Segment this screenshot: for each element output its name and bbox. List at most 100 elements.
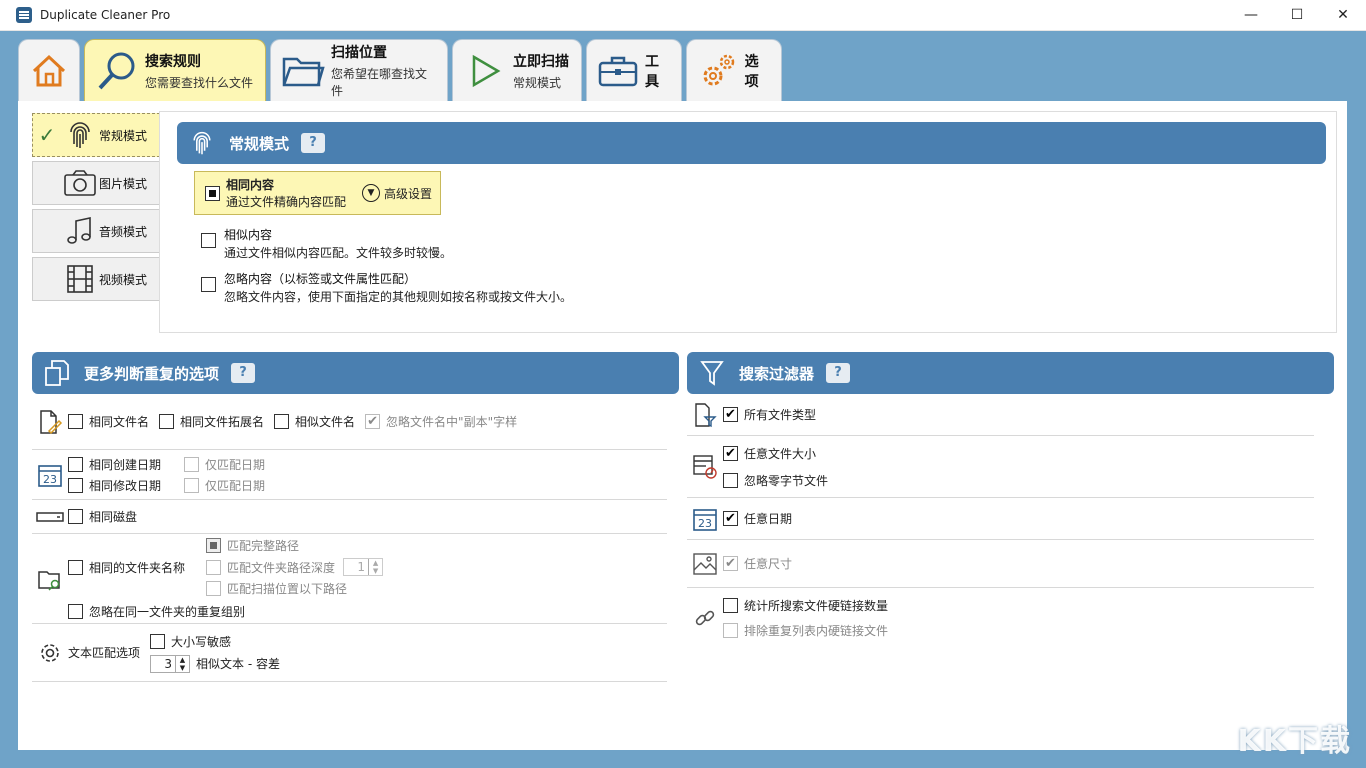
advanced-settings-label: 高级设置 [384,186,433,201]
text-match-row: 文本匹配选项 大小写敏感 3 ▲ ▼ 相似文本 - 容差 [32,624,667,682]
same-disk-checkbox[interactable] [68,509,83,524]
stepper-arrows-icon[interactable]: ▲ ▼ [368,559,382,575]
same-modified-item[interactable]: 相同修改日期 [68,477,174,494]
modified-date-only-checkbox[interactable] [184,477,199,493]
tab-tools-title: 工具 [645,53,659,90]
exclude-hardlinks-item[interactable]: 排除重复列表内硬链接文件 [723,622,888,639]
mode-audio-label: 音频模式 [99,224,148,239]
match-depth-checkbox[interactable] [206,559,221,575]
tab-scan-now[interactable]: 立即扫描 常规模式 [452,39,582,101]
help-button[interactable]: ? [826,363,851,383]
match-full-path-radio[interactable] [206,538,221,553]
any-size-checkbox[interactable] [723,445,738,461]
tolerance-stepper[interactable]: 3 ▲ ▼ [150,654,190,673]
any-dimension-item[interactable]: 任意尺寸 [723,555,792,572]
folder-icon [281,49,325,93]
any-date-checkbox[interactable] [723,511,738,526]
tab-scan-location[interactable]: 扫描位置 您希望在哪查找文件 [270,39,448,101]
help-button[interactable]: ? [231,363,256,383]
ignore-copy-checkbox[interactable] [365,414,381,429]
all-types-item[interactable]: 所有文件类型 [723,406,816,423]
ignore-content-option[interactable]: 忽略内容（以标签或文件属性匹配） 忽略文件内容，使用下面指定的其他规则如按名称或… [201,270,572,305]
play-icon [463,49,507,93]
similar-content-title: 相似内容 [224,228,273,242]
filename-row: 相同文件名 相同文件拓展名 相似文件名 忽略文件名中"副本"字样 [32,394,667,450]
similar-filename-label: 相似文件名 [295,415,356,429]
same-content-radio[interactable] [205,185,220,201]
ignore-same-folder-item[interactable]: 忽略在同一文件夹的重复组别 [68,603,389,620]
count-hardlinks-item[interactable]: 统计所搜索文件硬链接数量 [723,597,888,614]
mode-video[interactable]: 视频模式 [32,257,160,301]
tab-tools[interactable]: 工具 [586,39,682,101]
mode-normal[interactable]: ✓ 常规模式 [32,113,160,157]
ignore-copy-item[interactable]: 忽略文件名中"副本"字样 [365,413,517,430]
same-content-title: 相同内容 [226,178,275,192]
same-filename-checkbox[interactable] [68,414,83,429]
tab-home[interactable] [18,39,80,101]
home-icon [27,49,71,93]
same-ext-item[interactable]: 相同文件拓展名 [159,413,264,430]
similar-content-desc: 通过文件相似内容匹配。文件较多时较慢。 [224,246,453,260]
same-content-option[interactable]: 相同内容 通过文件精确内容匹配 ▼ 高级设置 [194,171,441,215]
folder-options: 相同的文件夹名称 匹配完整路径 匹配文件夹路径深度 1 ▲ ▼ 匹配扫描位置以下路径… [68,537,399,620]
close-button[interactable]: ✕ [1320,0,1366,31]
same-folder-name-item[interactable]: 相同的文件夹名称 [68,559,196,576]
same-filename-item[interactable]: 相同文件名 [68,413,149,430]
ignore-content-checkbox[interactable] [201,277,216,292]
same-created-checkbox[interactable] [68,456,83,472]
text-match-label: 文本匹配选项 [68,646,141,660]
ignore-zero-checkbox[interactable] [723,472,738,488]
same-disk-item[interactable]: 相同磁盘 [68,508,137,525]
match-below-scan-checkbox[interactable] [206,581,221,596]
filter-title: 搜索过滤器 [739,364,815,383]
match-depth-item[interactable]: 匹配文件夹路径深度 1 ▲ ▼ [206,558,389,576]
help-button[interactable]: ? [301,133,326,153]
tab-search-rules-title: 搜索规则 [145,53,201,70]
match-below-scan-item[interactable]: 匹配扫描位置以下路径 [206,580,389,597]
any-dimension-checkbox[interactable] [723,556,738,571]
all-types-checkbox[interactable] [723,407,738,422]
advanced-settings-button[interactable]: ▼ 高级设置 [362,184,432,202]
case-sensitive-checkbox[interactable] [150,633,165,649]
dimension-row: 任意尺寸 [687,540,1314,588]
case-sensitive-label: 大小写敏感 [171,634,232,649]
same-modified-checkbox[interactable] [68,477,83,493]
same-ext-label: 相同文件拓展名 [180,415,265,429]
mode-image[interactable]: 图片模式 [32,161,160,205]
minimize-button[interactable]: — [1228,0,1274,31]
similar-filename-checkbox[interactable] [274,414,290,429]
created-date-only-item[interactable]: 仅匹配日期 [184,456,265,473]
tab-search-rules[interactable]: 搜索规则 您需要查找什么文件 [84,39,266,101]
calendar-icon: 23 [687,506,723,532]
similar-content-option[interactable]: 相似内容 通过文件相似内容匹配。文件较多时较慢。 [201,226,452,261]
file-type-row: 所有文件类型 [687,394,1314,436]
match-full-path-item[interactable]: 匹配完整路径 [206,537,389,554]
stepper-arrows-icon[interactable]: ▲ ▼ [175,655,189,672]
ignore-zero-item[interactable]: 忽略零字节文件 [723,472,828,489]
mode-header: 常规模式 ? [177,122,1326,164]
similar-filename-item[interactable]: 相似文件名 [274,413,355,430]
exclude-hardlinks-checkbox[interactable] [723,623,738,638]
disk-drive-icon [32,510,68,524]
any-date-item[interactable]: 任意日期 [723,510,792,527]
case-sensitive-item[interactable]: 大小写敏感 [150,633,280,650]
link-icon [687,606,723,630]
any-size-item[interactable]: 任意文件大小 [723,445,828,462]
ignore-same-folder-label: 忽略在同一文件夹的重复组别 [89,605,246,619]
depth-stepper[interactable]: 1 ▲ ▼ [343,558,384,576]
created-date-only-checkbox[interactable] [184,456,199,472]
ignore-same-folder-checkbox[interactable] [68,604,83,619]
tab-options[interactable]: 选项 [686,39,782,101]
ignore-copy-label: 忽略文件名中"副本"字样 [386,415,518,429]
main-frame: 搜索规则 您需要查找什么文件 扫描位置 您希望在哪查找文件 立即扫描 常规模式 工具 … [8,31,1358,760]
count-hardlinks-checkbox[interactable] [723,598,738,613]
image-icon [687,552,723,576]
mode-audio[interactable]: 音频模式 [32,209,160,253]
maximize-button[interactable]: ☐ [1274,0,1320,31]
match-full-path-label: 匹配完整路径 [227,539,300,553]
same-ext-checkbox[interactable] [159,414,175,429]
same-created-item[interactable]: 相同创建日期 [68,456,174,473]
same-folder-name-checkbox[interactable] [68,559,83,575]
modified-date-only-item[interactable]: 仅匹配日期 [184,477,265,494]
similar-content-checkbox[interactable] [201,233,216,248]
